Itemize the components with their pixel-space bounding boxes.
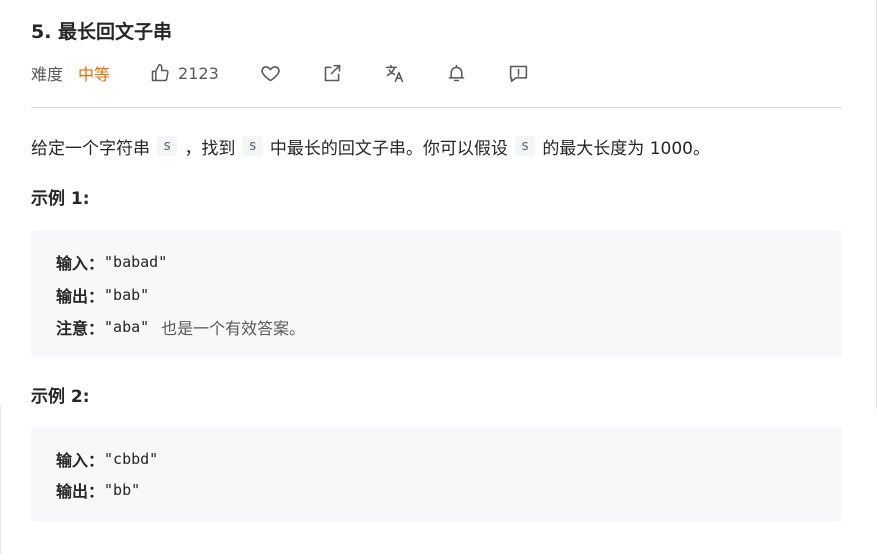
feedback-icon xyxy=(510,65,528,82)
example-2-title: 示例 2: xyxy=(31,387,90,407)
difficulty-value: 中等 xyxy=(78,65,111,84)
example-note-line: 注意： "aba" 也是一个有效答案。 xyxy=(56,315,305,339)
inline-code: s xyxy=(242,136,263,156)
input-value: "cbbd" xyxy=(104,450,159,468)
problem-statement: 给定一个字符串 s ，找到 s 中最长的回文子串。你可以假设 s 的最大长度为 … xyxy=(31,133,710,159)
input-value: "babad" xyxy=(104,253,168,271)
output-label: 输出： xyxy=(56,287,105,306)
bell-icon xyxy=(448,64,465,81)
share-icon xyxy=(324,64,341,81)
heart-icon xyxy=(261,65,280,81)
subscribe-button[interactable] xyxy=(446,62,468,84)
translate-button[interactable] xyxy=(384,62,406,84)
translate-icon xyxy=(386,64,404,82)
like-button[interactable]: 2123 xyxy=(150,63,219,83)
example-2-block: 输入： "cbbd" 输出： "bb" xyxy=(31,427,842,522)
note-value: "aba" xyxy=(104,318,150,336)
inline-code: s xyxy=(514,136,536,156)
statement-text: 中最长的回文子串。你可以假设 xyxy=(269,138,508,159)
divider xyxy=(31,107,842,108)
panel-border-left xyxy=(0,405,1,554)
example-input-line: 输入： "babad" xyxy=(56,250,167,274)
statement-text: 的最大长度为 1000。 xyxy=(542,138,710,159)
thumbs-up-icon xyxy=(151,63,169,82)
output-value: "bab" xyxy=(104,286,150,304)
example-input-line: 输入： "cbbd" xyxy=(56,447,158,471)
note-label: 注意： xyxy=(56,319,105,338)
example-output-line: 输出： "bb" xyxy=(56,478,140,502)
example-1-title: 示例 1: xyxy=(31,189,90,209)
output-value: "bb" xyxy=(104,481,141,499)
example-1-block: 输入： "babad" 输出： "bab" 注意： "aba" 也是一个有效答案… xyxy=(31,230,842,357)
output-label: 输出： xyxy=(56,482,105,501)
share-button[interactable] xyxy=(322,62,344,84)
statement-text: ，找到 xyxy=(184,138,236,159)
example-output-line: 输出： "bab" xyxy=(56,283,149,307)
favorite-button[interactable] xyxy=(260,62,282,84)
statement-text: 给定一个字符串 xyxy=(31,138,150,159)
like-count: 2123 xyxy=(178,63,219,83)
input-label: 输入： xyxy=(56,254,105,273)
note-text: 也是一个有效答案。 xyxy=(161,319,306,338)
problem-title: 5. 最长回文子串 xyxy=(31,21,173,43)
inline-code: s xyxy=(157,136,178,156)
difficulty-label: 难度 xyxy=(31,65,64,84)
feedback-button[interactable] xyxy=(508,62,530,84)
input-label: 输入： xyxy=(56,451,105,470)
problem-meta-bar: 难度 中等 2123 xyxy=(31,59,530,87)
